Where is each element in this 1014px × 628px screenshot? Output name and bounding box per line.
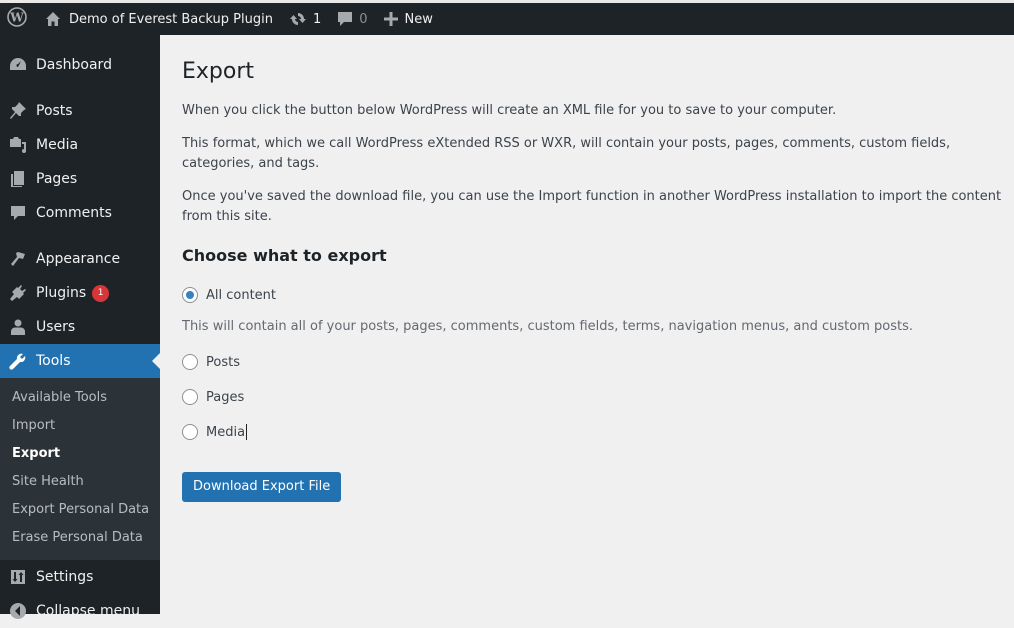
settings-icon	[8, 567, 28, 587]
plus-icon	[383, 12, 398, 26]
updates-count: 1	[312, 11, 322, 27]
media-icon	[8, 135, 28, 155]
option-all-content[interactable]: All content	[182, 285, 1002, 305]
menu-label: Comments	[36, 205, 112, 221]
collapse-menu-button[interactable]: Collapse menu	[0, 594, 160, 628]
user-icon	[8, 317, 28, 337]
menu-label: Plugins	[36, 285, 87, 301]
brush-icon	[8, 249, 28, 269]
collapse-icon	[8, 601, 28, 621]
menu-item-users[interactable]: Users	[0, 310, 160, 344]
plugins-update-badge: 1	[92, 284, 110, 302]
menu-label: Appearance	[36, 251, 121, 267]
pages-icon	[8, 169, 28, 189]
wordpress-logo-icon: W	[7, 7, 27, 31]
menu-label: Tools	[36, 353, 71, 369]
submenu-available-tools[interactable]: Available Tools	[0, 384, 160, 412]
menu-item-media[interactable]: Media	[0, 128, 160, 162]
option-label: Pages	[206, 389, 245, 405]
section-title: Choose what to export	[182, 246, 387, 265]
menu-label: Users	[36, 319, 76, 335]
site-name: Demo of Everest Backup Plugin	[69, 11, 273, 27]
menu-label: Media	[36, 137, 79, 153]
admin-bar: W Demo of Everest Backup Plugin 1 0 New	[0, 3, 1014, 35]
all-content-description: This will contain all of your posts, pag…	[182, 319, 913, 334]
updates-link[interactable]: 1	[281, 3, 329, 35]
download-export-file-button[interactable]: Download Export File	[182, 472, 342, 502]
menu-item-plugins[interactable]: Plugins 1	[0, 276, 160, 310]
menu-label: Posts	[36, 103, 73, 119]
intro-paragraph-2: This format, which we call WordPress eXt…	[182, 136, 951, 171]
new-label: New	[404, 11, 433, 27]
menu-item-pages[interactable]: Pages	[0, 162, 160, 196]
comment-bubble-icon	[337, 11, 353, 27]
intro-paragraph-1: When you click the button below WordPres…	[182, 103, 837, 118]
menu-item-comments[interactable]: Comments	[0, 196, 160, 230]
updates-icon	[289, 10, 307, 28]
option-pages[interactable]: Pages	[182, 387, 1002, 407]
menu-item-tools[interactable]: Tools	[0, 344, 160, 378]
pin-icon	[8, 101, 28, 121]
menu-label: Dashboard	[36, 57, 112, 73]
menu-item-settings[interactable]: Settings	[0, 560, 160, 594]
menu-label: Settings	[36, 569, 94, 585]
text-cursor	[246, 424, 248, 440]
intro-paragraph-3: Once you've saved the download file, you…	[182, 189, 1002, 224]
menu-item-posts[interactable]: Posts	[0, 94, 160, 128]
dashboard-icon	[8, 55, 28, 75]
option-posts[interactable]: Posts	[182, 352, 1002, 372]
option-media[interactable]: Media	[182, 422, 1002, 442]
menu-label: Collapse menu	[36, 603, 140, 619]
comments-count: 0	[359, 11, 368, 27]
plugin-icon	[8, 283, 28, 303]
main-content: Export When you click the button below W…	[182, 35, 1002, 502]
radio-pages[interactable]	[182, 389, 198, 405]
radio-posts[interactable]	[182, 354, 198, 370]
option-label: Media	[206, 424, 246, 440]
comments-link[interactable]: 0	[329, 3, 375, 35]
home-icon	[45, 11, 61, 27]
wordpress-logo-menu[interactable]: W	[0, 3, 37, 35]
menu-label: Pages	[36, 171, 78, 187]
comment-icon	[8, 203, 28, 223]
admin-sidebar: Dashboard Posts Media Pages Comments App…	[0, 35, 160, 619]
submenu-import[interactable]: Import	[0, 412, 160, 440]
submenu-export-personal-data[interactable]: Export Personal Data	[0, 496, 160, 524]
option-label: Posts	[206, 354, 240, 370]
menu-item-dashboard[interactable]: Dashboard	[0, 48, 160, 82]
site-name-link[interactable]: Demo of Everest Backup Plugin	[37, 3, 281, 35]
radio-media[interactable]	[182, 424, 198, 440]
page-title: Export	[182, 59, 255, 84]
tools-submenu: Available Tools Import Export Site Healt…	[0, 378, 160, 560]
submenu-site-health[interactable]: Site Health	[0, 468, 160, 496]
new-content-link[interactable]: New	[376, 3, 441, 35]
option-label: All content	[206, 287, 277, 303]
submenu-erase-personal-data[interactable]: Erase Personal Data	[0, 524, 160, 552]
radio-all-content[interactable]	[182, 287, 198, 303]
submenu-export[interactable]: Export	[0, 440, 160, 468]
wrench-icon	[8, 351, 28, 371]
svg-text:W: W	[9, 11, 24, 25]
menu-item-appearance[interactable]: Appearance	[0, 242, 160, 276]
